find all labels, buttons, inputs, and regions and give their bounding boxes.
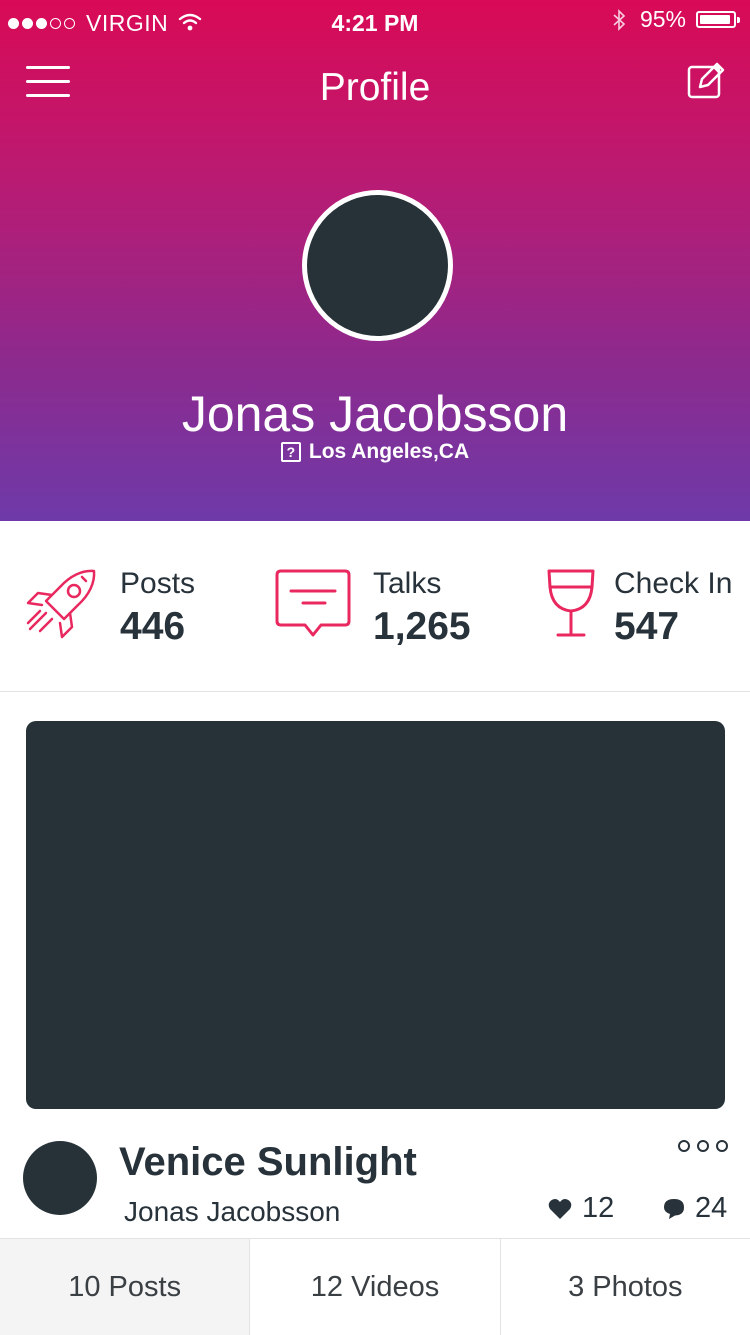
- content-tabs: 10 Posts 12 Videos 3 Photos: [0, 1238, 750, 1335]
- post-title[interactable]: Venice Sunlight: [119, 1140, 417, 1185]
- profile-avatar[interactable]: [302, 190, 453, 341]
- comments-button[interactable]: 24: [663, 1192, 727, 1225]
- stats-bar: Posts 446 Talks 1,265 Check In 547: [0, 521, 750, 692]
- comment-icon: [664, 1198, 684, 1219]
- profile-name: Jonas Jacobsson: [181, 386, 569, 442]
- nav-bar: Profile: [0, 46, 750, 130]
- post-author-avatar[interactable]: [23, 1141, 97, 1215]
- comments-count: 24: [695, 1192, 728, 1224]
- location-text: Los Angeles,CA: [308, 440, 470, 463]
- stat-posts[interactable]: Posts 446: [24, 567, 195, 649]
- rocket-icon: [26, 569, 96, 639]
- stat-value: 1,265: [373, 605, 471, 648]
- heart-icon: [548, 1198, 572, 1219]
- battery-percent: 95%: [639, 6, 686, 32]
- likes-count: 12: [582, 1192, 615, 1224]
- stat-label: Talks: [373, 567, 442, 600]
- location-icon: ?: [280, 442, 301, 462]
- stat-label: Check In: [614, 567, 733, 600]
- stat-talks[interactable]: Talks 1,265: [275, 567, 471, 649]
- battery-icon: [696, 11, 740, 28]
- stat-value: 446: [120, 605, 186, 648]
- post-image[interactable]: [26, 721, 725, 1109]
- tab-posts[interactable]: 10 Posts: [0, 1239, 250, 1335]
- profile-location: ? Los Angeles,CA: [0, 440, 750, 464]
- stat-check-in[interactable]: Check In 547: [546, 567, 732, 649]
- tab-photos[interactable]: 3 Photos: [499, 1239, 750, 1335]
- page-title: Profile: [319, 66, 431, 109]
- status-right: 95%: [612, 6, 740, 33]
- more-options-icon[interactable]: [678, 1140, 728, 1154]
- wine-glass-icon: [547, 569, 595, 637]
- post-author[interactable]: Jonas Jacobsson: [124, 1196, 340, 1228]
- tab-videos[interactable]: 12 Videos: [249, 1239, 500, 1335]
- profile-header: VIRGIN 4:21 PM 95% Profile Jonas Jacobss…: [0, 0, 750, 521]
- stat-label: Posts: [120, 567, 196, 600]
- status-bar: VIRGIN 4:21 PM 95%: [0, 0, 750, 46]
- chat-icon: [275, 569, 351, 637]
- edit-icon[interactable]: [686, 60, 726, 100]
- likes-button[interactable]: 12: [548, 1192, 614, 1225]
- stat-value: 547: [614, 605, 680, 648]
- bluetooth-icon: [613, 8, 626, 31]
